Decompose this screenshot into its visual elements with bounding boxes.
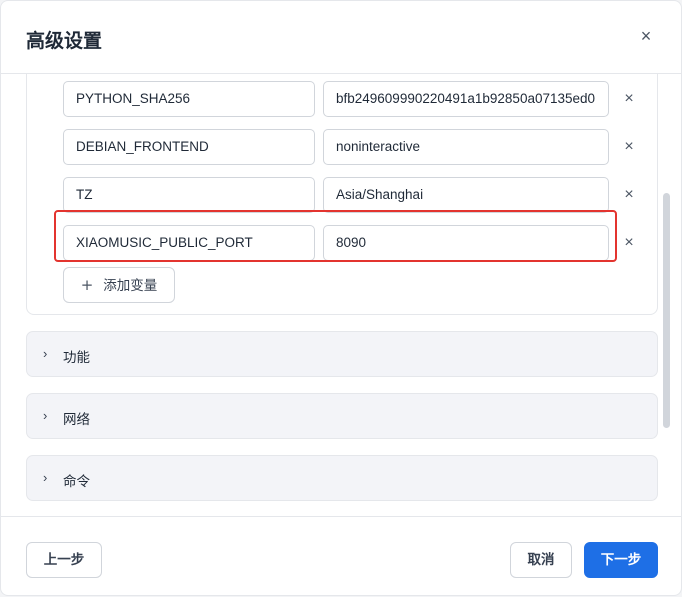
env-key-input[interactable]: TZ	[63, 177, 315, 213]
section-network[interactable]: › 网络	[26, 393, 658, 439]
remove-row-icon[interactable]: ×	[621, 186, 637, 204]
env-key-input[interactable]: PYTHON_SHA256	[63, 81, 315, 117]
dialog-body: PYTHON_SHA256 bfb249609990220491a1b92850…	[1, 74, 681, 516]
env-row: PYTHON_SHA256 bfb249609990220491a1b92850…	[63, 81, 643, 117]
remove-row-icon[interactable]: ×	[621, 234, 637, 252]
section-label: 网络	[63, 412, 90, 428]
env-value-input[interactable]: bfb249609990220491a1b92850a07135ed0	[323, 81, 609, 117]
dialog-footer: 上一步 取消 下一步	[1, 516, 681, 597]
scrollbar-thumb[interactable]	[663, 193, 670, 428]
add-variable-label: 添加变量	[103, 278, 158, 294]
close-icon[interactable]: ×	[637, 27, 655, 45]
dialog-title: 高级设置	[26, 30, 103, 52]
chevron-right-icon: ›	[43, 346, 48, 361]
chevron-right-icon: ›	[43, 470, 48, 485]
chevron-right-icon: ›	[43, 408, 48, 423]
plus-icon: +	[80, 276, 94, 294]
section-features[interactable]: › 功能	[26, 331, 658, 377]
remove-row-icon[interactable]: ×	[621, 90, 637, 108]
cancel-button[interactable]: 取消	[510, 542, 572, 578]
env-value-input[interactable]: noninteractive	[323, 129, 609, 165]
advanced-settings-dialog: 高级设置 × PYTHON_SHA256 bfb249609990220491a…	[0, 0, 682, 596]
dialog-header: 高级设置 ×	[1, 1, 681, 74]
env-key-input[interactable]: DEBIAN_FRONTEND	[63, 129, 315, 165]
next-step-button[interactable]: 下一步	[584, 542, 658, 578]
prev-step-button[interactable]: 上一步	[26, 542, 102, 578]
add-variable-button[interactable]: + 添加变量	[63, 267, 175, 303]
section-label: 命令	[63, 474, 90, 490]
env-row: TZ Asia/Shanghai ×	[63, 177, 643, 213]
env-row: DEBIAN_FRONTEND noninteractive ×	[63, 129, 643, 165]
env-variables-panel: PYTHON_SHA256 bfb249609990220491a1b92850…	[26, 74, 658, 315]
section-label: 功能	[63, 350, 90, 366]
section-command[interactable]: › 命令	[26, 455, 658, 501]
highlight-box	[54, 210, 617, 262]
env-value-input[interactable]: Asia/Shanghai	[323, 177, 609, 213]
remove-row-icon[interactable]: ×	[621, 138, 637, 156]
